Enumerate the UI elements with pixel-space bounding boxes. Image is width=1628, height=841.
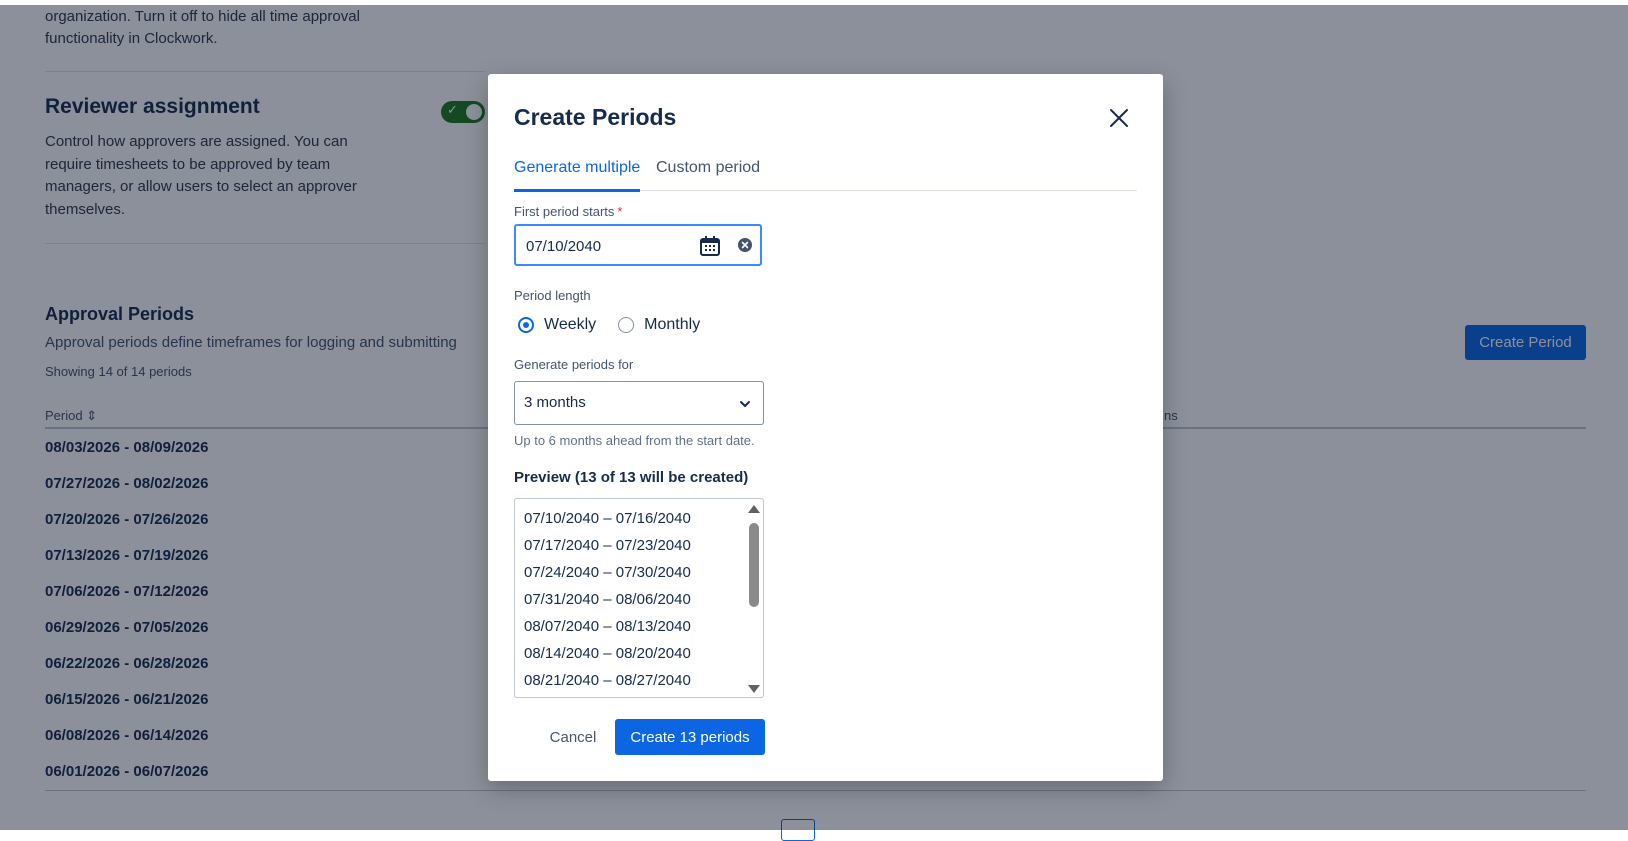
- close-button[interactable]: [1105, 104, 1133, 132]
- generate-for-select[interactable]: 3 months: [514, 381, 764, 425]
- dialog-tabs: Generate multiple Custom period: [514, 158, 1137, 192]
- first-period-date-input[interactable]: [524, 226, 688, 266]
- scroll-down-arrow-icon[interactable]: [748, 685, 760, 693]
- list-item: 07/31/2040 – 08/06/2040: [524, 591, 691, 608]
- close-icon: [1110, 109, 1128, 127]
- list-item: 08/14/2040 – 08/20/2040: [524, 645, 691, 662]
- list-item: 07/17/2040 – 07/23/2040: [524, 537, 691, 554]
- chevron-down-icon: [740, 401, 750, 407]
- preview-list: 07/10/2040 – 07/16/2040 07/17/2040 – 07/…: [524, 509, 691, 697]
- tab-generate-multiple[interactable]: Generate multiple: [514, 158, 641, 192]
- list-item: 08/21/2040 – 08/27/2040: [524, 672, 691, 689]
- preview-title: Preview (13 of 13 will be created): [514, 469, 749, 486]
- radio-monthly[interactable]: Monthly: [618, 316, 700, 334]
- first-period-label: First period starts *: [514, 204, 622, 219]
- radio-weekly-indicator[interactable]: [518, 317, 534, 333]
- generate-for-value: 3 months: [524, 394, 586, 411]
- create-periods-button[interactable]: Create 13 periods: [615, 719, 765, 755]
- list-item: 07/24/2040 – 07/30/2040: [524, 564, 691, 581]
- radio-monthly-label[interactable]: Monthly: [644, 316, 700, 334]
- dialog-title: Create Periods: [514, 104, 677, 130]
- clear-icon[interactable]: [738, 238, 752, 252]
- create-periods-dialog: Create Periods Generate multiple Custom …: [488, 74, 1163, 781]
- required-mark: *: [617, 204, 623, 219]
- calendar-icon[interactable]: [699, 235, 721, 257]
- cancel-button[interactable]: Cancel: [543, 721, 603, 753]
- generate-for-label: Generate periods for: [514, 357, 634, 372]
- preview-list-box[interactable]: 07/10/2040 – 07/16/2040 07/17/2040 – 07/…: [514, 498, 764, 698]
- scroll-up-arrow-icon[interactable]: [748, 505, 760, 513]
- tab-custom-period[interactable]: Custom period: [656, 158, 760, 189]
- radio-weekly-label[interactable]: Weekly: [544, 316, 596, 334]
- first-period-label-text: First period starts: [514, 204, 615, 219]
- generate-for-hint: Up to 6 months ahead from the start date…: [514, 433, 755, 448]
- period-length-label: Period length: [514, 288, 591, 303]
- radio-monthly-indicator[interactable]: [618, 317, 635, 333]
- radio-weekly[interactable]: Weekly: [518, 316, 596, 334]
- period-length-radio-group: Weekly Monthly: [518, 316, 722, 334]
- list-item: 08/07/2040 – 08/13/2040: [524, 618, 691, 635]
- scrollbar-thumb[interactable]: [749, 523, 759, 607]
- list-item: 07/10/2040 – 07/16/2040: [524, 510, 691, 527]
- first-period-date-field: [514, 224, 762, 266]
